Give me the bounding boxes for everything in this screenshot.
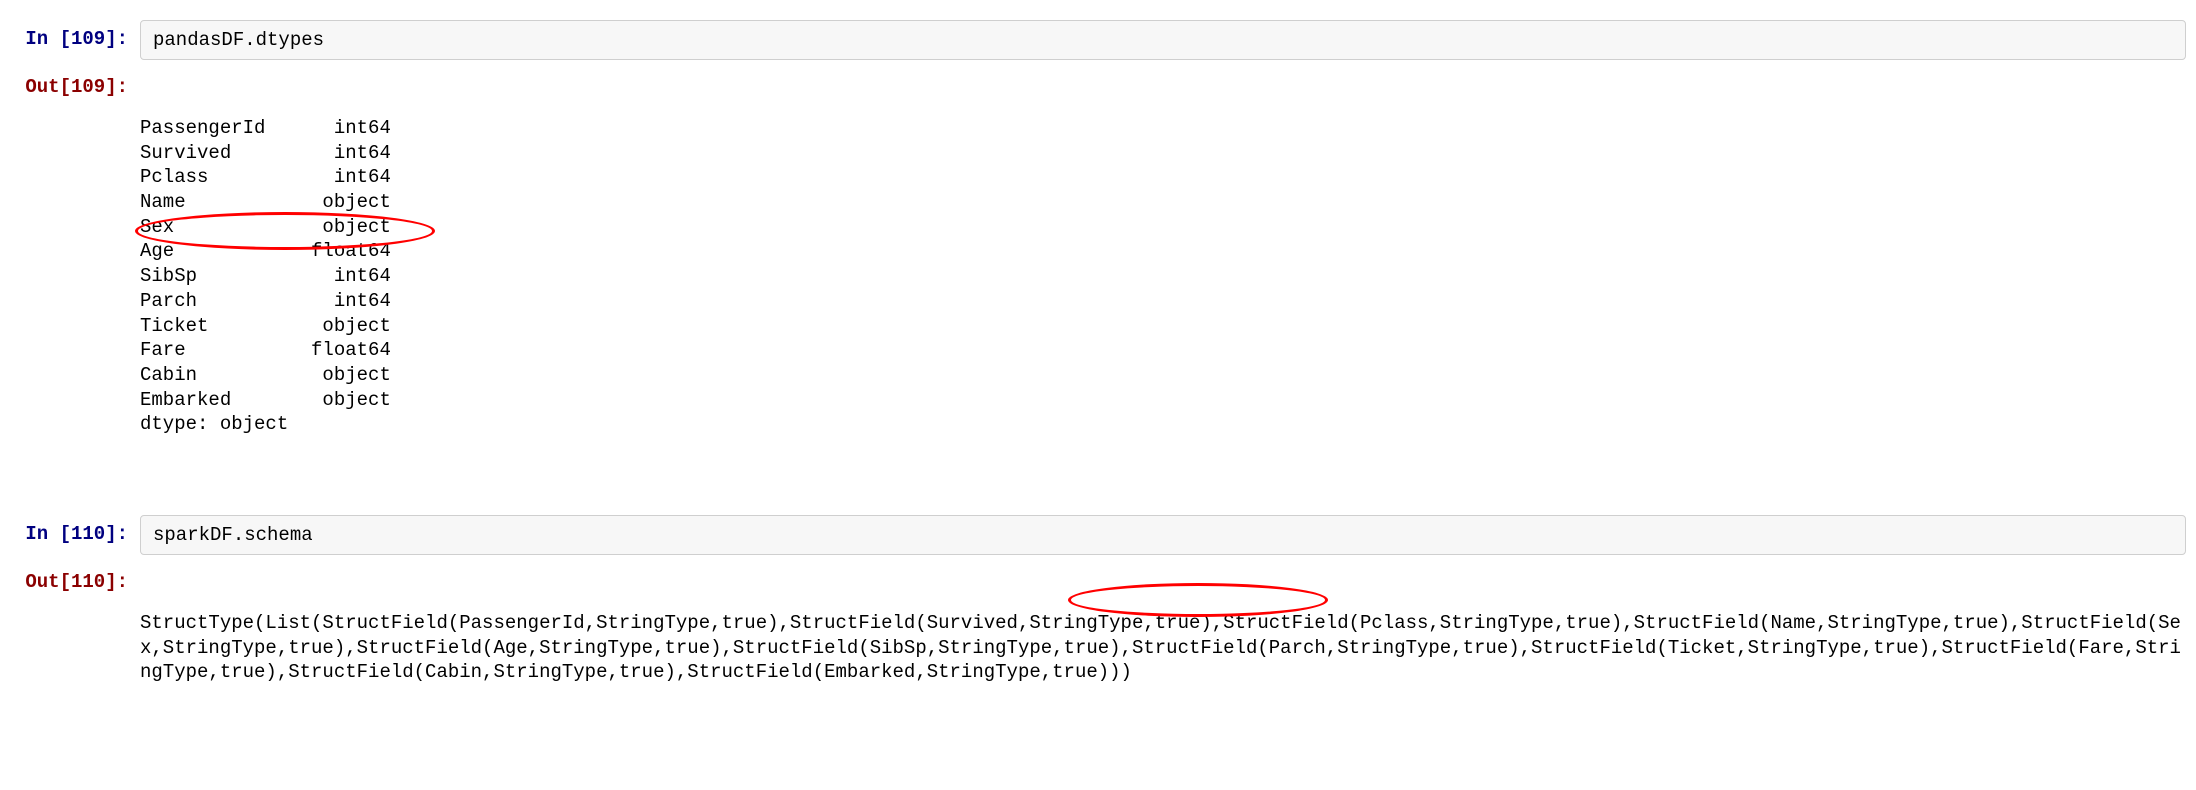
- output-area-109: PassengerId int64 Survived int64 Pclass …: [140, 68, 2186, 507]
- cell-out-110: Out[110]: StructType(List(StructField(Pa…: [10, 563, 2186, 755]
- cell-out-109: Out[109]: PassengerId int64 Survived int…: [10, 68, 2186, 507]
- in-prompt-110: In [110]:: [10, 515, 140, 545]
- dtype-output-text: PassengerId int64 Survived int64 Pclass …: [140, 116, 2186, 437]
- cell-in-110: In [110]: sparkDF.schema: [10, 515, 2186, 555]
- cell-in-109: In [109]: pandasDF.dtypes: [10, 20, 2186, 60]
- output-area-110: StructType(List(StructField(PassengerId,…: [140, 563, 2186, 755]
- in-prompt-109: In [109]:: [10, 20, 140, 50]
- schema-output-text: StructType(List(StructField(PassengerId,…: [140, 611, 2186, 685]
- out-prompt-110: Out[110]:: [10, 563, 140, 593]
- input-code-109[interactable]: pandasDF.dtypes: [140, 20, 2186, 60]
- out-prompt-109: Out[109]:: [10, 68, 140, 98]
- input-code-110[interactable]: sparkDF.schema: [140, 515, 2186, 555]
